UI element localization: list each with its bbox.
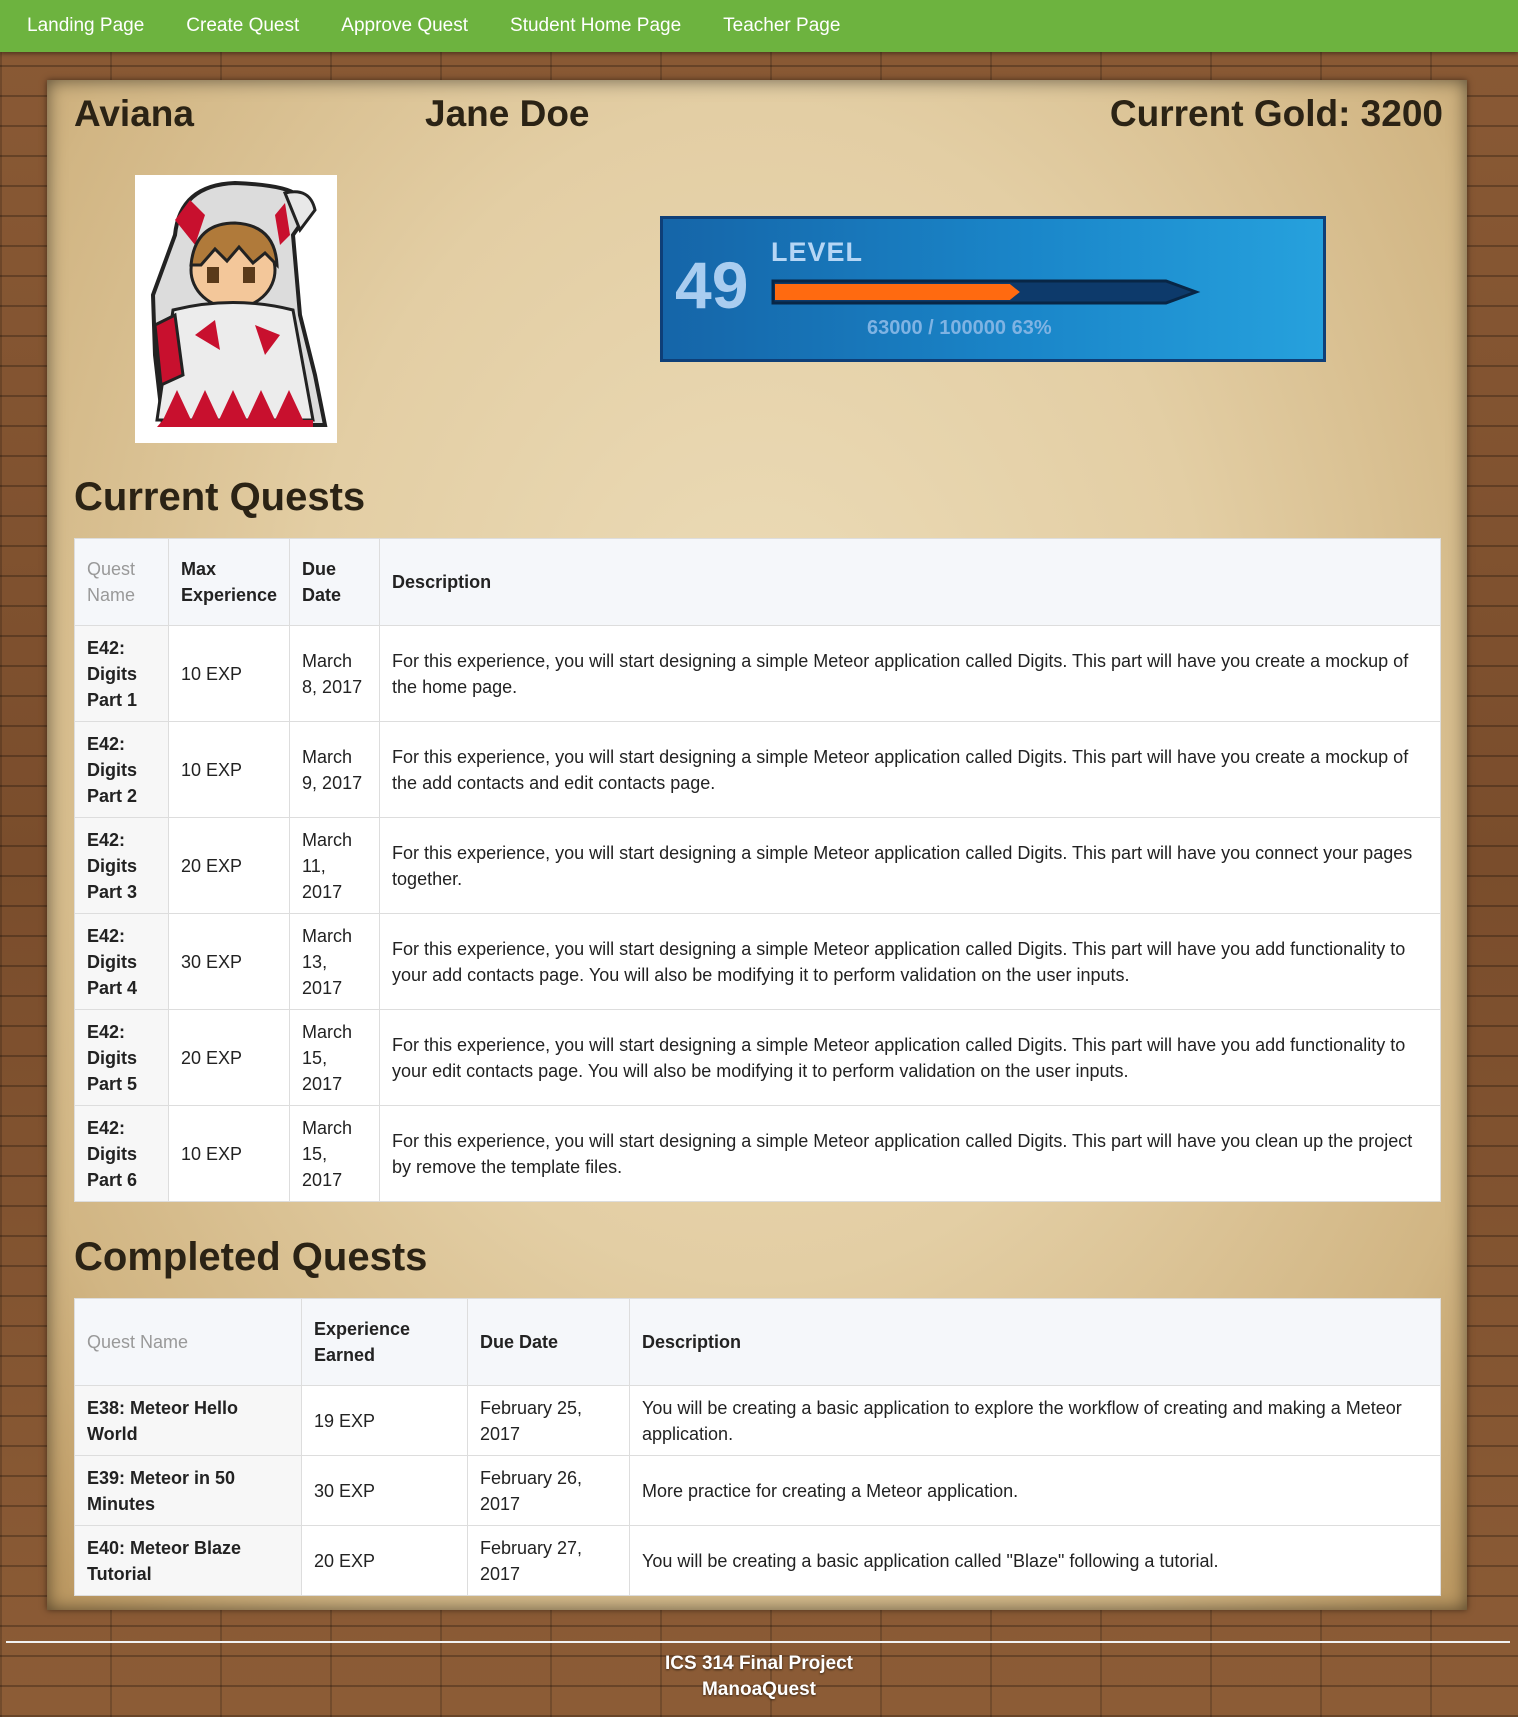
completed-quests-table: Quest Name Experience Earned Due Date De… (74, 1298, 1441, 1596)
table-row: E40: Meteor Blaze Tutorial 20 EXP Februa… (74, 1525, 1441, 1596)
quest-description: For this experience, you will start desi… (379, 1105, 1441, 1202)
current-quests-heading: Current Quests (74, 475, 366, 519)
quest-due: March 9, 2017 (289, 721, 381, 818)
quest-name: E42: Digits Part 2 (74, 721, 169, 818)
quest-name: E39: Meteor in 50 Minutes (74, 1455, 302, 1526)
nav-approve-quest[interactable]: Approve Quest (320, 0, 489, 52)
current-gold: Current Gold: 3200 (1109, 93, 1443, 134)
quest-name: E42: Digits Part 1 (74, 625, 169, 722)
quest-due: March 15, 2017 (289, 1105, 381, 1202)
quest-exp: 20 EXP (167, 1009, 291, 1106)
current-quests-table: Quest Name Max Experience Due Date Descr… (74, 538, 1441, 1202)
nav-student-home-page[interactable]: Student Home Page (489, 0, 702, 52)
quest-name: E42: Digits Part 6 (74, 1105, 169, 1202)
quest-exp: 10 EXP (167, 721, 291, 818)
quest-due: March 8, 2017 (289, 625, 381, 722)
quest-description: For this experience, you will start desi… (379, 817, 1441, 914)
quest-due: March 11, 2017 (289, 817, 381, 914)
quest-due: March 15, 2017 (289, 1009, 381, 1106)
table-header-row: Quest Name Max Experience Due Date Descr… (74, 538, 1441, 626)
quest-description: You will be creating a basic application… (629, 1525, 1441, 1596)
column-header-due-date: Due Date (467, 1298, 630, 1386)
quest-name: E38: Meteor Hello World (74, 1385, 302, 1456)
quest-exp: 20 EXP (301, 1525, 468, 1596)
quest-description: For this experience, you will start desi… (379, 1009, 1441, 1106)
quest-due: February 26, 2017 (467, 1455, 630, 1526)
quest-exp: 10 EXP (167, 625, 291, 722)
column-header-quest-name: Quest Name (74, 1298, 302, 1386)
footer-project-name: ICS 314 Final Project (665, 1653, 853, 1674)
quest-name: E42: Digits Part 5 (74, 1009, 169, 1106)
quest-description: For this experience, you will start desi… (379, 913, 1441, 1010)
completed-quests-heading: Completed Quests (74, 1235, 428, 1279)
table-row: E42: Digits Part 5 20 EXP March 15, 2017… (74, 1009, 1441, 1106)
nav-create-quest[interactable]: Create Quest (165, 0, 320, 52)
table-row: E42: Digits Part 2 10 EXP March 9, 2017 … (74, 721, 1441, 818)
column-header-max-experience: Max Experience (167, 538, 291, 626)
quest-due: March 13, 2017 (289, 913, 381, 1010)
quest-name: E42: Digits Part 4 (74, 913, 169, 1010)
table-row: E42: Digits Part 6 10 EXP March 15, 2017… (74, 1105, 1441, 1202)
quest-name: E42: Digits Part 3 (74, 817, 169, 914)
quest-description: For this experience, you will start desi… (379, 721, 1441, 818)
player-name: Jane Doe (425, 93, 590, 134)
nav-landing-page[interactable]: Landing Page (0, 0, 165, 52)
level-progress-bar (771, 279, 1201, 305)
quest-description: More practice for creating a Meteor appl… (629, 1455, 1441, 1526)
table-row: E42: Digits Part 4 30 EXP March 13, 2017… (74, 913, 1441, 1010)
quest-exp: 30 EXP (167, 913, 291, 1010)
character-name: Aviana (74, 93, 194, 134)
nav-teacher-page[interactable]: Teacher Page (702, 0, 861, 52)
quest-description: You will be creating a basic application… (629, 1385, 1441, 1456)
level-label: LEVEL (771, 237, 864, 267)
table-row: E42: Digits Part 1 10 EXP March 8, 2017 … (74, 625, 1441, 722)
footer-app-name: ManoaQuest (701, 1679, 817, 1700)
level-number: 49 (675, 248, 749, 322)
quest-exp: 30 EXP (301, 1455, 468, 1526)
quest-due: February 25, 2017 (467, 1385, 630, 1456)
column-header-quest-name: Quest Name (74, 538, 169, 626)
level-progress-text: 63000 / 100000 63% (867, 317, 1052, 339)
table-row: E38: Meteor Hello World 19 EXP February … (74, 1385, 1441, 1456)
quest-name: E40: Meteor Blaze Tutorial (74, 1525, 302, 1596)
level-progress-fill (775, 284, 1020, 300)
level-panel: 49 LEVEL 63000 / 100000 63% (660, 216, 1326, 362)
top-navbar: Landing Page Create Quest Approve Quest … (0, 0, 1518, 52)
quest-exp: 19 EXP (301, 1385, 468, 1456)
footer-divider (6, 1641, 1510, 1643)
column-header-experience-earned: Experience Earned (301, 1298, 468, 1386)
column-header-description: Description (379, 538, 1441, 626)
quest-exp: 10 EXP (167, 1105, 291, 1202)
table-row: E42: Digits Part 3 20 EXP March 11, 2017… (74, 817, 1441, 914)
quest-due: February 27, 2017 (467, 1525, 630, 1596)
quest-description: For this experience, you will start desi… (379, 625, 1441, 722)
table-row: E39: Meteor in 50 Minutes 30 EXP Februar… (74, 1455, 1441, 1526)
column-header-description: Description (629, 1298, 1441, 1386)
quest-exp: 20 EXP (167, 817, 291, 914)
character-avatar (135, 175, 337, 443)
table-header-row: Quest Name Experience Earned Due Date De… (74, 1298, 1441, 1386)
column-header-due-date: Due Date (289, 538, 381, 626)
white-mage-sprite-icon (150, 180, 328, 427)
